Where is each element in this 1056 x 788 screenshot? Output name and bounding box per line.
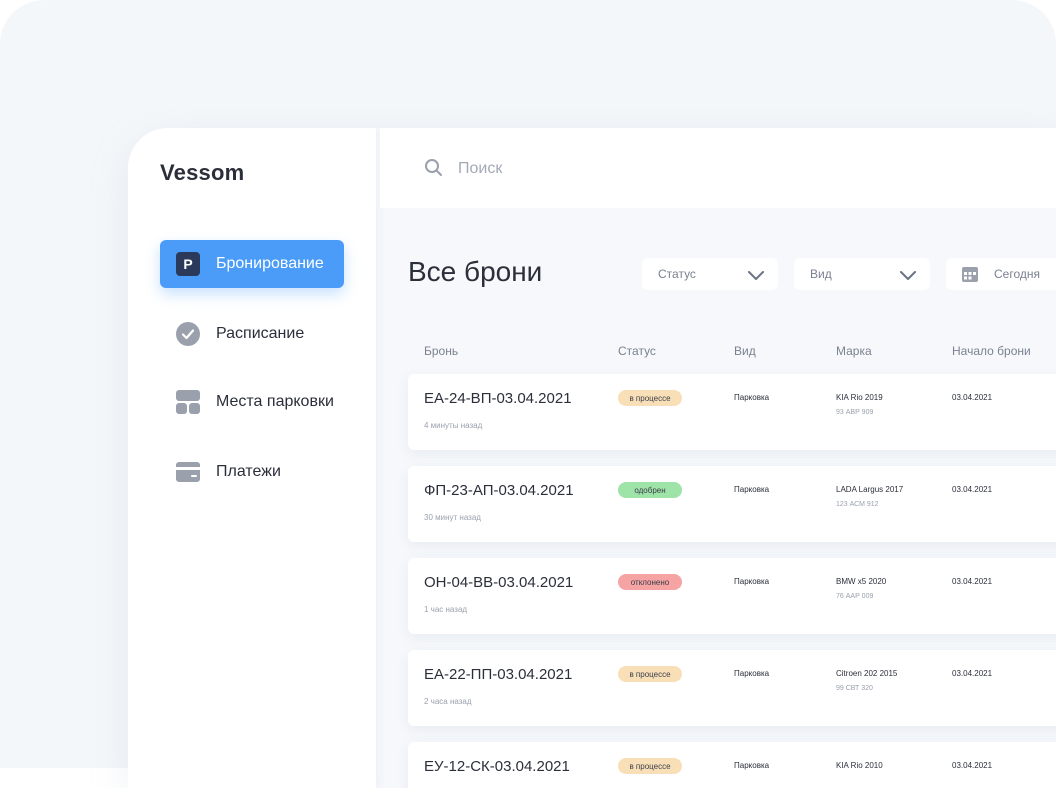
car-model: LADA Largus 2017 xyxy=(836,485,904,494)
booking-start-date: 03.04.2021 xyxy=(952,485,993,494)
search-icon xyxy=(424,158,444,178)
check-circle-icon xyxy=(176,322,200,346)
date-filter[interactable]: Сегодня xyxy=(946,258,1056,290)
table-row[interactable]: ЕА-24-ВП-03.04.2021 4 минуты назад в про… xyxy=(408,374,1056,450)
car-model: BMW x5 2020 xyxy=(836,577,887,586)
sidebar-item-label: Бронирование xyxy=(216,255,324,272)
column-header-booking: Бронь xyxy=(424,344,459,358)
table-row[interactable]: ОН-04-ВВ-03.04.2021 1 час назад отклонен… xyxy=(408,558,1056,634)
table-row[interactable]: ФП-23-АП-03.04.2021 30 минут назад одобр… xyxy=(408,466,1056,542)
sidebar-item-parking-spots[interactable]: Места парковки xyxy=(160,378,344,426)
calendar-icon xyxy=(962,266,978,282)
booking-code: ФП-23-АП-03.04.2021 xyxy=(424,482,574,499)
booking-start-date: 03.04.2021 xyxy=(952,761,993,770)
booking-type: Парковка xyxy=(734,577,770,586)
chevron-down-icon xyxy=(748,268,764,286)
sidebar-item-label: Платежи xyxy=(216,463,281,480)
sidebar-item-payments[interactable]: Платежи xyxy=(160,448,344,496)
booking-type: Парковка xyxy=(734,485,770,494)
booking-code: ЕА-22-ПП-03.04.2021 xyxy=(424,666,573,683)
status-filter[interactable]: Статус xyxy=(642,258,778,290)
car-model: KIA Rio 2019 xyxy=(836,393,883,402)
type-filter-label: Вид xyxy=(810,267,832,281)
booking-start-date: 03.04.2021 xyxy=(952,669,993,678)
booking-time-ago: 30 минут назад xyxy=(424,513,481,522)
booking-code: ЕУ-12-СК-03.04.2021 xyxy=(424,758,570,775)
date-filter-label: Сегодня xyxy=(994,267,1040,281)
sidebar-item-booking[interactable]: P Бронирование xyxy=(160,240,344,288)
app-window: Vessom P Бронирование Расписание Места п… xyxy=(128,128,1056,788)
parking-badge: P xyxy=(176,252,200,276)
parking-icon: P xyxy=(176,252,200,276)
grid-icon xyxy=(176,390,200,414)
car-model: KIA Rio 2010 xyxy=(836,761,883,770)
column-header-start: Начало брони xyxy=(952,344,1031,358)
car-model: Citroen 202 2015 xyxy=(836,669,898,678)
booking-time-ago: 2 часа назад xyxy=(424,697,472,706)
table-row[interactable]: ЕУ-12-СК-03.04.2021 в процессе Парковка … xyxy=(408,742,1056,788)
booking-time-ago: 4 минуты назад xyxy=(424,421,483,430)
search-input[interactable] xyxy=(456,154,880,184)
top-bar xyxy=(380,128,1056,208)
booking-code: ЕА-24-ВП-03.04.2021 xyxy=(424,390,572,407)
booking-time-ago: 1 час назад xyxy=(424,605,468,614)
status-filter-label: Статус xyxy=(658,267,696,281)
card-icon xyxy=(176,460,200,484)
status-badge: в процессе xyxy=(618,390,682,406)
status-badge: одобрен xyxy=(618,482,682,498)
column-header-brand: Марка xyxy=(836,344,872,358)
table-row[interactable]: ЕА-22-ПП-03.04.2021 2 часа назад в проце… xyxy=(408,650,1056,726)
car-plate: 76 ААР 009 xyxy=(836,593,874,600)
sidebar-item-schedule[interactable]: Расписание xyxy=(160,310,344,358)
car-plate: 99 СВТ 320 xyxy=(836,685,873,692)
column-header-status: Статус xyxy=(618,344,656,358)
column-header-type: Вид xyxy=(734,344,756,358)
booking-type: Парковка xyxy=(734,761,770,770)
booking-start-date: 03.04.2021 xyxy=(952,393,993,402)
booking-start-date: 03.04.2021 xyxy=(952,577,993,586)
type-filter[interactable]: Вид xyxy=(794,258,930,290)
booking-type: Парковка xyxy=(734,669,770,678)
sidebar-item-label: Расписание xyxy=(216,325,305,342)
status-badge: отклонено xyxy=(618,574,682,590)
booking-type: Парковка xyxy=(734,393,770,402)
car-plate: 123 АСМ 912 xyxy=(836,501,879,508)
booking-code: ОН-04-ВВ-03.04.2021 xyxy=(424,574,574,591)
sidebar: Vessom P Бронирование Расписание Места п… xyxy=(128,128,376,788)
page-title: Все брони xyxy=(408,256,543,287)
app-logo: Vessom xyxy=(160,160,245,185)
status-badge: в процессе xyxy=(618,758,682,774)
sidebar-item-label: Места парковки xyxy=(216,393,334,410)
car-plate: 93 АВР 909 xyxy=(836,409,874,416)
chevron-down-icon xyxy=(900,268,916,286)
status-badge: в процессе xyxy=(618,666,682,682)
